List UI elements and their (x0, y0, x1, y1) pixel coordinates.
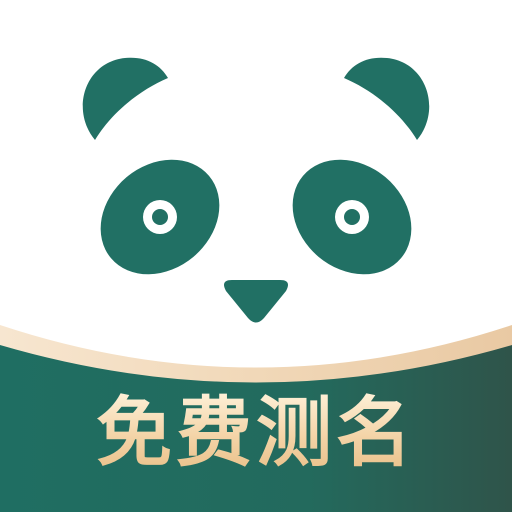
panda-ear-right-icon (344, 57, 430, 140)
panda-ear-left-icon (82, 57, 168, 140)
banner-label: 免费测名 (0, 388, 512, 478)
panda-nose-icon (224, 280, 288, 323)
app-icon[interactable]: 免费测名 (0, 0, 512, 512)
panda-eye-left-icon (100, 159, 220, 275)
panda-eye-right-icon (292, 159, 412, 275)
